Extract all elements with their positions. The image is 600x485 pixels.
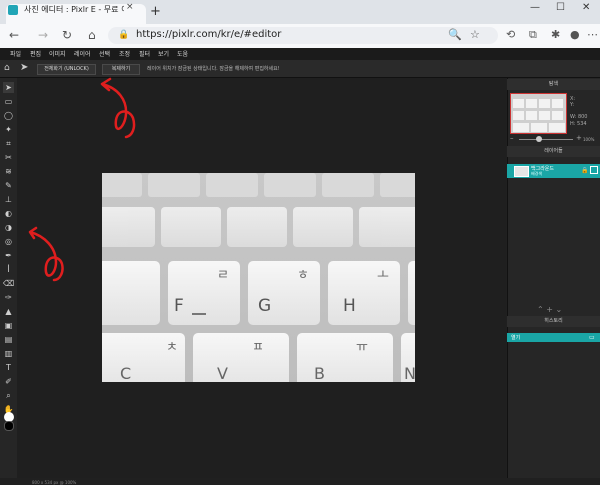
menu-file[interactable]: 파일 (10, 49, 21, 58)
layer-visibility-checkbox[interactable] (590, 166, 598, 174)
profile-icon[interactable]: ● (570, 28, 580, 41)
search-icon[interactable]: 🔍 (448, 28, 462, 41)
refresh-sync-icon[interactable]: ⟲ (506, 28, 515, 41)
lock-icon[interactable]: 🔒 (118, 30, 129, 40)
eraser-tool[interactable]: ⌫ (3, 278, 14, 289)
key-label: B (314, 364, 325, 382)
canvas-status: 800 x 534 px @ 100% (32, 480, 77, 485)
menu-layer[interactable]: 레이어 (74, 49, 91, 58)
clone-stamp-tool[interactable]: ⊥ (3, 194, 14, 205)
refresh-icon[interactable]: ↻ (62, 28, 72, 42)
pen-tool[interactable]: ✒ (3, 250, 14, 261)
color-picker-tool[interactable]: ✐ (3, 376, 14, 387)
layers-header[interactable]: 레이어들 (507, 146, 600, 157)
background-color-swatch[interactable] (4, 421, 14, 431)
extensions-icon[interactable]: ✱ (551, 28, 560, 41)
unlock-button[interactable]: 전체화기 (UNLOCK) (37, 64, 96, 75)
navigator-height: H: 534 (570, 121, 587, 127)
key-label: G (258, 296, 271, 316)
arrange-tool-icon[interactable]: ➤ (20, 62, 28, 73)
forward-icon[interactable]: → (38, 28, 48, 42)
zoom-slider-handle[interactable] (536, 136, 542, 142)
layer-thumbnail (514, 166, 529, 177)
menu-view[interactable]: 보기 (158, 49, 169, 58)
zoom-out-icon[interactable]: – (510, 134, 514, 142)
burn-tool[interactable]: ◑ (3, 222, 14, 233)
new-tab-button[interactable]: + (150, 5, 161, 18)
menu-edit[interactable]: 편집 (30, 49, 41, 58)
crop-tool[interactable]: ⌗ (3, 138, 14, 149)
back-icon[interactable]: ← (9, 28, 19, 42)
navigator-coords: X: Y: (570, 96, 576, 108)
zoom-value: 100% (583, 137, 595, 142)
collections-icon[interactable]: ⧉ (529, 28, 537, 42)
app-home-icon[interactable]: ⌂ (4, 63, 10, 73)
key-label: ㅗ (377, 268, 389, 283)
navigator-width: W: 800 (570, 114, 588, 120)
favorite-star-icon[interactable]: ☆ (470, 28, 480, 41)
dodge-tool[interactable]: ◐ (3, 208, 14, 219)
key-label: ㅎ (297, 268, 309, 283)
key-label: F (174, 296, 184, 316)
history-item: 열기 (511, 335, 521, 341)
fill-tool[interactable]: ▲ (3, 306, 14, 317)
key-label: ㅍ (252, 340, 264, 355)
keyboard-photo[interactable]: ㄹ ㅎ ㅗ F G H ㅊ ㅍ ㅠ C V B N (102, 173, 415, 382)
home-icon[interactable]: ⌂ (88, 28, 96, 42)
key-label: N (404, 364, 415, 382)
history-item-icon: ▭ (589, 334, 595, 341)
key-label: ㄹ (217, 268, 229, 283)
history-header[interactable]: 히스토리 (507, 316, 600, 327)
wand-tool[interactable]: ✦ (3, 124, 14, 135)
duplicate-button[interactable]: 복제하기 (102, 64, 140, 75)
sticker-tool[interactable]: ▥ (3, 348, 14, 359)
sponge-tool[interactable]: ◎ (3, 236, 14, 247)
pixlr-favicon-icon (8, 5, 18, 15)
menu-help[interactable]: 도움 (177, 49, 188, 58)
url-text[interactable]: https://pixlr.com/kr/e/#editor (136, 29, 281, 40)
lasso-tool[interactable]: ◯ (3, 110, 14, 121)
zoom-in-icon[interactable]: + (576, 134, 582, 142)
close-window-button[interactable]: ✕ (582, 2, 590, 13)
gradient-tool[interactable]: ▣ (3, 320, 14, 331)
text-tool[interactable]: T (3, 362, 14, 373)
menu-image[interactable]: 이미지 (49, 49, 66, 58)
shape-tool[interactable]: ▤ (3, 334, 14, 345)
marquee-tool[interactable]: ▭ (3, 96, 14, 107)
more-menu-icon[interactable]: ⋯ (587, 28, 598, 41)
key-label: ㅊ (166, 340, 178, 355)
zoom-slider-track[interactable] (519, 139, 573, 140)
history-row-open[interactable] (507, 333, 600, 342)
layer-subtitle: 배경색 (531, 171, 543, 176)
key-label: V (217, 364, 228, 382)
menu-filter[interactable]: 필터 (139, 49, 150, 58)
tab-title: 사진 에디터 : Pixlr E - 무료 이미지 (24, 5, 124, 14)
key-label: H (343, 296, 356, 316)
key-label: C (120, 364, 131, 382)
layer-actions[interactable]: ⌃ + ⌄ (537, 305, 562, 314)
navigator-header[interactable]: 탐색 (507, 79, 600, 90)
menu-select[interactable]: 선택 (99, 49, 110, 58)
tab-close-icon[interactable]: × (126, 2, 134, 12)
maximize-button[interactable]: ☐ (556, 2, 565, 13)
cutout-tool[interactable]: ✂ (3, 152, 14, 163)
navigator-thumbnail[interactable] (510, 93, 567, 134)
key-label: ㅠ (356, 340, 368, 355)
minimize-button[interactable]: — (530, 2, 540, 13)
liquify-tool[interactable]: ≋ (3, 166, 14, 177)
zoom-tool[interactable]: ⌕ (3, 390, 14, 401)
arrange-tool[interactable]: ➤ (3, 82, 14, 93)
layer-lock-icon[interactable]: 🔒 (581, 167, 588, 174)
menu-adjust[interactable]: 조정 (119, 49, 130, 58)
heal-tool[interactable]: ✎ (3, 180, 14, 191)
locked-layer-hint: 레이어 위치가 잠금된 상태입니다. 잠금을 해제하여 편집하세요! (147, 66, 280, 72)
brush-tool[interactable]: ꟾ (3, 264, 14, 275)
pencil-tool[interactable]: ✑ (3, 292, 14, 303)
